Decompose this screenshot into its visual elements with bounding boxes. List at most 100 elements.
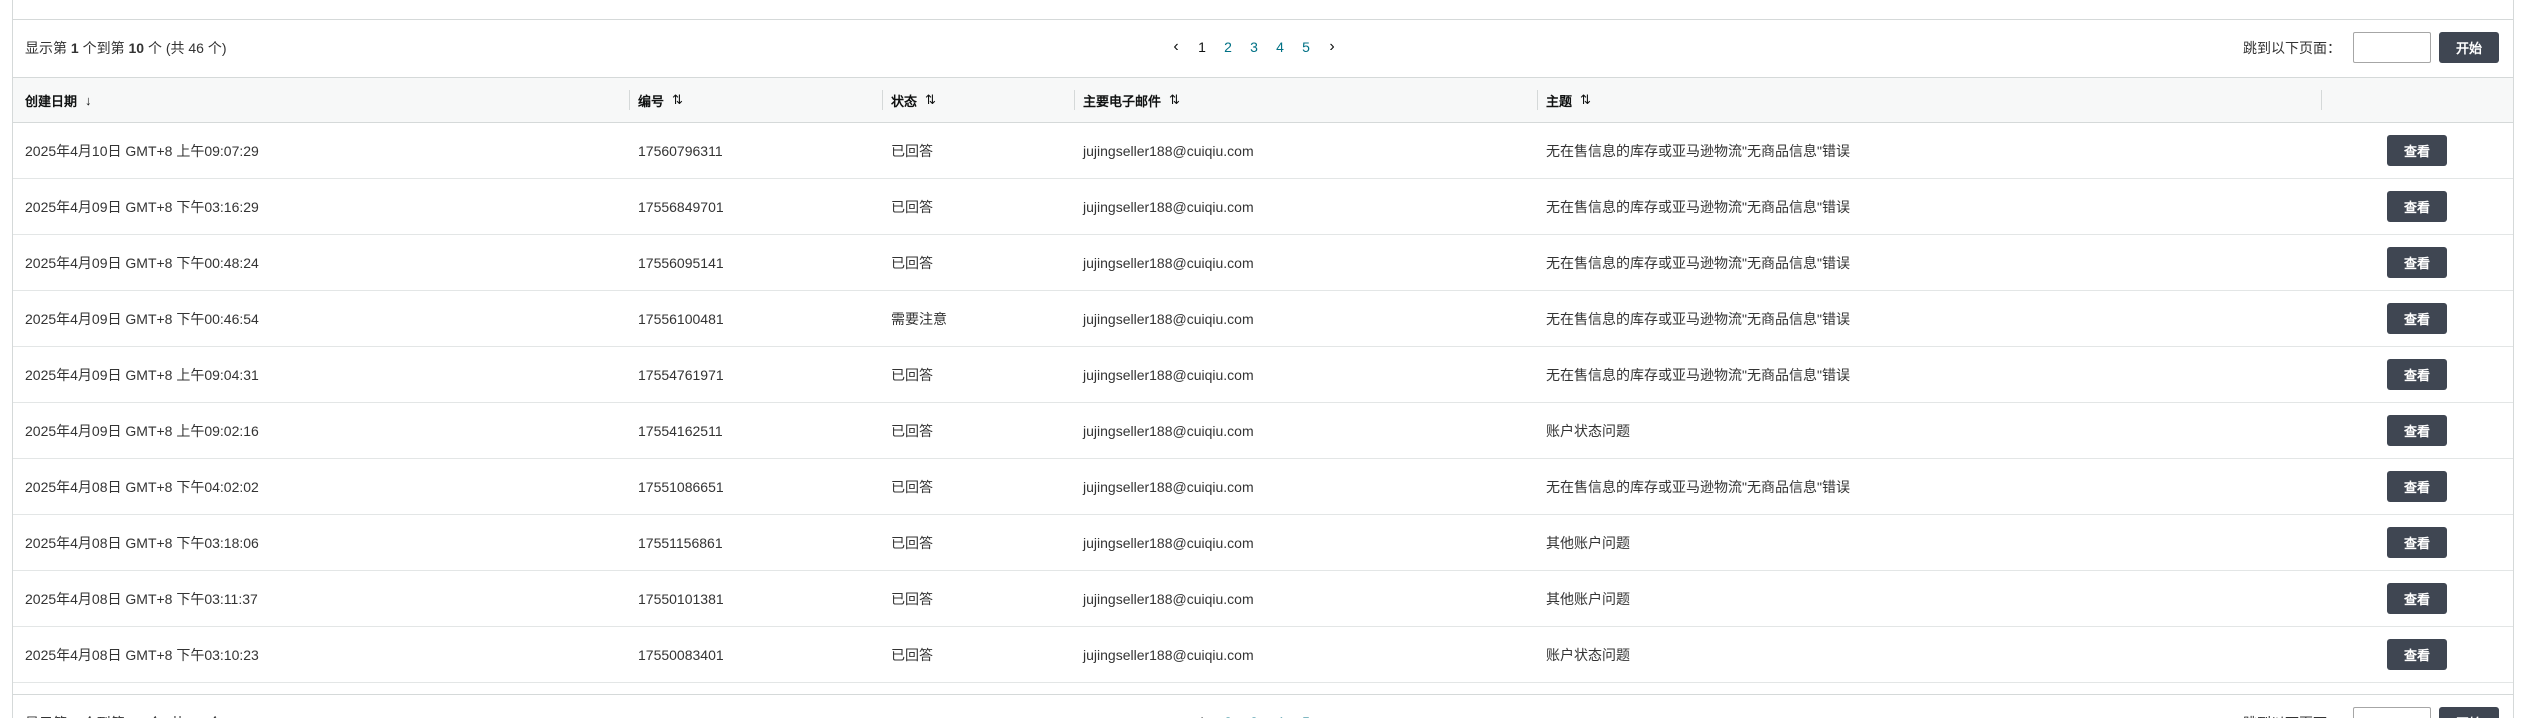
cell-email: jujingseller188@cuiqiu.com bbox=[1083, 423, 1254, 439]
cell-subject: 账户状态问题 bbox=[1546, 423, 1630, 439]
cell-created-date: 2025年4月09日 GMT+8 下午00:46:54 bbox=[25, 311, 259, 327]
page-link-5[interactable]: 5 bbox=[1293, 714, 1319, 718]
page-link-1[interactable]: 1 bbox=[1189, 714, 1215, 718]
cell-case-id: 17551156861 bbox=[638, 535, 723, 551]
page-link-2[interactable]: 2 bbox=[1215, 714, 1241, 718]
sort-updown-icon[interactable]: ⇅ bbox=[1169, 92, 1180, 108]
cell-status: 已回答 bbox=[891, 479, 933, 495]
view-button[interactable]: 查看 bbox=[2387, 639, 2447, 670]
column-header-id[interactable]: 编号 ⇅ bbox=[638, 78, 683, 122]
cell-email: jujingseller188@cuiqiu.com bbox=[1083, 199, 1254, 215]
view-button[interactable]: 查看 bbox=[2387, 415, 2447, 446]
prev-page-icon[interactable]: ‹ bbox=[1167, 37, 1185, 57]
cell-subject: 无在售信息的库存或亚马逊物流"无商品信息"错误 bbox=[1546, 311, 1850, 327]
jump-label: 跳到以下页面： bbox=[2243, 713, 2341, 718]
view-button[interactable]: 查看 bbox=[2387, 359, 2447, 390]
cell-status: 需要注意 bbox=[891, 311, 947, 327]
jump-page-input[interactable] bbox=[2353, 707, 2431, 718]
cell-email: jujingseller188@cuiqiu.com bbox=[1083, 255, 1254, 271]
page-link-5[interactable]: 5 bbox=[1293, 39, 1319, 55]
jump-to-page: 跳到以下页面： 开始 bbox=[2243, 32, 2499, 63]
prev-page-icon[interactable]: ‹ bbox=[1167, 712, 1185, 718]
summary-suffix: 个 bbox=[147, 40, 162, 56]
page-link-3[interactable]: 3 bbox=[1241, 714, 1267, 718]
summary-middle: 个到第 bbox=[82, 40, 125, 56]
view-button[interactable]: 查看 bbox=[2387, 247, 2447, 278]
view-button[interactable]: 查看 bbox=[2387, 303, 2447, 334]
table-row: 2025年4月09日 GMT+8 上午09:04:31 17554761971 已回… bbox=[13, 347, 2513, 403]
table-row: 2025年4月08日 GMT+8 下午04:02:02 17551086651 已回… bbox=[13, 459, 2513, 515]
view-button[interactable]: 查看 bbox=[2387, 135, 2447, 166]
column-header-email[interactable]: 主要电子邮件 ⇅ bbox=[1083, 78, 1180, 122]
page-link-4[interactable]: 4 bbox=[1267, 39, 1293, 55]
go-button[interactable]: 开始 bbox=[2439, 707, 2499, 718]
column-label: 状态 bbox=[891, 93, 918, 109]
cell-subject: 无在售信息的库存或亚马逊物流"无商品信息"错误 bbox=[1546, 479, 1850, 495]
cell-created-date: 2025年4月09日 GMT+8 下午03:16:29 bbox=[25, 199, 259, 215]
sort-updown-icon[interactable]: ⇅ bbox=[672, 92, 683, 108]
page-link-3[interactable]: 3 bbox=[1241, 39, 1267, 55]
view-button[interactable]: 查看 bbox=[2387, 583, 2447, 614]
cell-created-date: 2025年4月08日 GMT+8 下午03:11:37 bbox=[25, 591, 258, 607]
column-header-created-date[interactable]: 创建日期 ↓ bbox=[25, 78, 92, 122]
cell-created-date: 2025年4月08日 GMT+8 下午03:10:23 bbox=[25, 647, 259, 663]
total-count: (共 46 个) bbox=[165, 40, 227, 56]
column-header-subject[interactable]: 主题 ⇅ bbox=[1546, 78, 1591, 122]
sort-updown-icon[interactable]: ⇅ bbox=[925, 92, 936, 108]
top-strip bbox=[13, 0, 2513, 20]
cell-email: jujingseller188@cuiqiu.com bbox=[1083, 311, 1254, 327]
arrow-down-icon[interactable]: ↓ bbox=[85, 93, 92, 108]
column-header-status[interactable]: 状态 ⇅ bbox=[891, 78, 936, 122]
range-start: 1 bbox=[70, 40, 79, 56]
cell-status: 已回答 bbox=[891, 143, 933, 159]
cell-email: jujingseller188@cuiqiu.com bbox=[1083, 479, 1254, 495]
page-link-1[interactable]: 1 bbox=[1189, 39, 1215, 55]
next-page-icon[interactable]: › bbox=[1323, 37, 1341, 57]
jump-page-input[interactable] bbox=[2353, 32, 2431, 63]
cell-email: jujingseller188@cuiqiu.com bbox=[1083, 367, 1254, 383]
cell-subject: 无在售信息的库存或亚马逊物流"无商品信息"错误 bbox=[1546, 367, 1850, 383]
page-link-2[interactable]: 2 bbox=[1215, 39, 1241, 55]
results-summary: 显示第 1 个到第 10 个 (共 46 个) bbox=[25, 38, 227, 58]
case-log-page: 显示第 1 个到第 10 个 (共 46 个) ‹ 1 2 3 4 5 › 跳到… bbox=[0, 0, 2521, 718]
cell-case-id: 17556849701 bbox=[638, 199, 724, 215]
table-row: 2025年4月09日 GMT+8 上午09:02:16 17554162511 已回… bbox=[13, 403, 2513, 459]
table-row: 2025年4月08日 GMT+8 下午03:11:37 17550101381 已回… bbox=[13, 571, 2513, 627]
cell-case-id: 17560796311 bbox=[638, 143, 723, 159]
column-label: 主题 bbox=[1546, 93, 1573, 109]
cell-subject: 账户状态问题 bbox=[1546, 647, 1630, 663]
table-row: 2025年4月09日 GMT+8 下午00:46:54 17556100481 需要… bbox=[13, 291, 2513, 347]
column-divider[interactable] bbox=[629, 90, 630, 110]
table-header: 创建日期 ↓ 编号 ⇅ 状态 ⇅ 主要电子邮件 ⇅ 主题 ⇅ bbox=[13, 78, 2513, 123]
column-divider[interactable] bbox=[1074, 90, 1075, 110]
view-button[interactable]: 查看 bbox=[2387, 471, 2447, 502]
column-divider[interactable] bbox=[882, 90, 883, 110]
table-row: 2025年4月08日 GMT+8 下午03:18:06 17551156861 已回… bbox=[13, 515, 2513, 571]
page-link-4[interactable]: 4 bbox=[1267, 714, 1293, 718]
go-button[interactable]: 开始 bbox=[2439, 32, 2499, 63]
case-table-body: 2025年4月10日 GMT+8 上午09:07:29 17560796311 已回… bbox=[13, 123, 2513, 683]
cell-case-id: 17550101381 bbox=[638, 591, 724, 607]
table-row: 2025年4月08日 GMT+8 下午03:10:23 17550083401 已回… bbox=[13, 627, 2513, 683]
cell-email: jujingseller188@cuiqiu.com bbox=[1083, 647, 1254, 663]
column-label: 编号 bbox=[638, 93, 665, 109]
column-divider[interactable] bbox=[1537, 90, 1538, 110]
cell-status: 已回答 bbox=[891, 591, 933, 607]
next-page-icon[interactable]: › bbox=[1323, 712, 1341, 718]
cell-created-date: 2025年4月08日 GMT+8 下午04:02:02 bbox=[25, 479, 259, 495]
cases-panel: 显示第 1 个到第 10 个 (共 46 个) ‹ 1 2 3 4 5 › 跳到… bbox=[12, 0, 2514, 718]
cell-case-id: 17554162511 bbox=[638, 423, 723, 439]
cell-subject: 无在售信息的库存或亚马逊物流"无商品信息"错误 bbox=[1546, 255, 1850, 271]
range-end: 10 bbox=[128, 40, 145, 56]
cell-subject: 无在售信息的库存或亚马逊物流"无商品信息"错误 bbox=[1546, 199, 1850, 215]
view-button[interactable]: 查看 bbox=[2387, 191, 2447, 222]
cell-subject: 无在售信息的库存或亚马逊物流"无商品信息"错误 bbox=[1546, 143, 1850, 159]
jump-to-page: 跳到以下页面： 开始 bbox=[2243, 707, 2499, 718]
column-label: 主要电子邮件 bbox=[1083, 93, 1162, 109]
column-divider[interactable] bbox=[2321, 90, 2322, 110]
sort-updown-icon[interactable]: ⇅ bbox=[1580, 92, 1591, 108]
table-row: 2025年4月09日 GMT+8 下午00:48:24 17556095141 已回… bbox=[13, 235, 2513, 291]
view-button[interactable]: 查看 bbox=[2387, 527, 2447, 558]
cell-created-date: 2025年4月08日 GMT+8 下午03:18:06 bbox=[25, 535, 259, 551]
cell-email: jujingseller188@cuiqiu.com bbox=[1083, 143, 1254, 159]
